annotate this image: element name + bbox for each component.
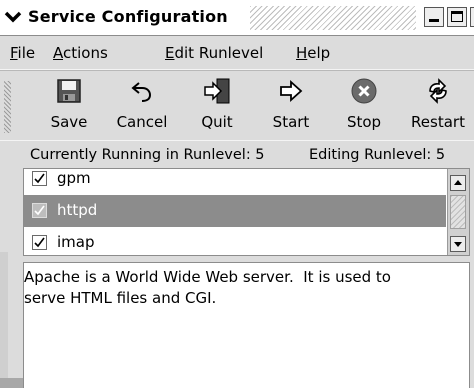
menu-edit-runlevel-label: dit Runlevel — [174, 44, 264, 62]
menu-help-mnemonic: H — [296, 44, 308, 62]
stop-label: Stop — [346, 113, 382, 131]
quit-label: Quit — [201, 113, 233, 131]
menu-edit-runlevel[interactable]: Edit Runlevel — [165, 44, 263, 62]
stop-button[interactable]: Stop — [340, 77, 388, 131]
window-bottom-edge — [0, 378, 23, 388]
service-checkbox-gpm[interactable] — [32, 171, 47, 186]
restart-button[interactable]: Restart — [404, 77, 472, 131]
menu-help[interactable]: Help — [296, 44, 330, 62]
title-bar-grip — [250, 6, 416, 30]
service-name: httpd — [57, 201, 98, 219]
menu-file-label: ile — [17, 44, 36, 62]
service-list[interactable]: gpm httpd imap — [23, 168, 470, 256]
undo-icon — [131, 82, 152, 102]
service-list-scrollbar[interactable] — [447, 169, 469, 255]
checkmark-icon — [34, 173, 45, 184]
menu-actions-label: ctions — [63, 44, 108, 62]
toolbar: Save Cancel Quit Start Stop Restart — [0, 70, 474, 141]
save-icon — [57, 79, 81, 103]
start-button[interactable]: Start — [265, 77, 317, 131]
cancel-label: Cancel — [116, 113, 168, 131]
arrow-up-icon — [454, 180, 462, 185]
maximize-button[interactable] — [447, 7, 467, 27]
arrow-right-icon — [280, 79, 303, 103]
quit-button[interactable]: Quit — [192, 77, 242, 131]
checkmark-icon — [34, 237, 45, 248]
restart-label: Restart — [411, 113, 465, 131]
menu-help-label: elp — [307, 44, 331, 62]
cancel-button[interactable]: Cancel — [110, 77, 174, 131]
arrow-down-icon — [454, 242, 462, 247]
window-left-edge — [0, 252, 8, 388]
window-title: Service Configuration — [28, 7, 228, 26]
toolbar-handle[interactable] — [4, 81, 11, 133]
exit-door-icon — [204, 78, 230, 104]
service-name: gpm — [57, 169, 91, 187]
stop-circle-icon — [351, 78, 377, 104]
current-runlevel-text: Currently Running in Runlevel: 5 — [30, 147, 265, 163]
start-label: Start — [272, 113, 310, 131]
scroll-up-button[interactable] — [450, 175, 466, 191]
scroll-thumb[interactable] — [450, 195, 466, 229]
menu-actions-mnemonic: A — [53, 44, 63, 62]
restart-icon — [429, 78, 447, 104]
close-button[interactable]: × — [470, 7, 474, 27]
save-label: Save — [50, 113, 88, 131]
service-checkbox-imap[interactable] — [32, 235, 47, 250]
service-name: imap — [57, 233, 95, 251]
menu-file[interactable]: File — [10, 44, 35, 62]
service-row-gpm[interactable]: gpm — [24, 169, 446, 195]
service-row-httpd[interactable]: httpd — [24, 195, 446, 227]
window-menu-chevron-icon[interactable] — [4, 8, 22, 26]
minimize-button[interactable] — [424, 7, 444, 27]
menu-bar: File Actions Edit Runlevel Help — [0, 36, 474, 70]
menu-actions[interactable]: Actions — [53, 44, 108, 62]
editing-runlevel-text: Editing Runlevel: 5 — [309, 147, 446, 163]
service-description-box[interactable]: Apache is a World Wide Web server. It is… — [23, 262, 470, 388]
checkmark-icon — [34, 205, 45, 216]
service-checkbox-httpd[interactable] — [32, 203, 47, 218]
scroll-down-button[interactable] — [450, 236, 466, 252]
save-button[interactable]: Save — [38, 77, 100, 131]
title-bar[interactable]: Service Configuration × — [0, 0, 474, 36]
menu-file-mnemonic: F — [10, 44, 18, 62]
service-description-text: Apache is a World Wide Web server. It is… — [24, 268, 391, 307]
runlevel-status: Currently Running in Runlevel: 5 Editing… — [0, 140, 474, 169]
service-row-imap[interactable]: imap — [24, 227, 446, 255]
